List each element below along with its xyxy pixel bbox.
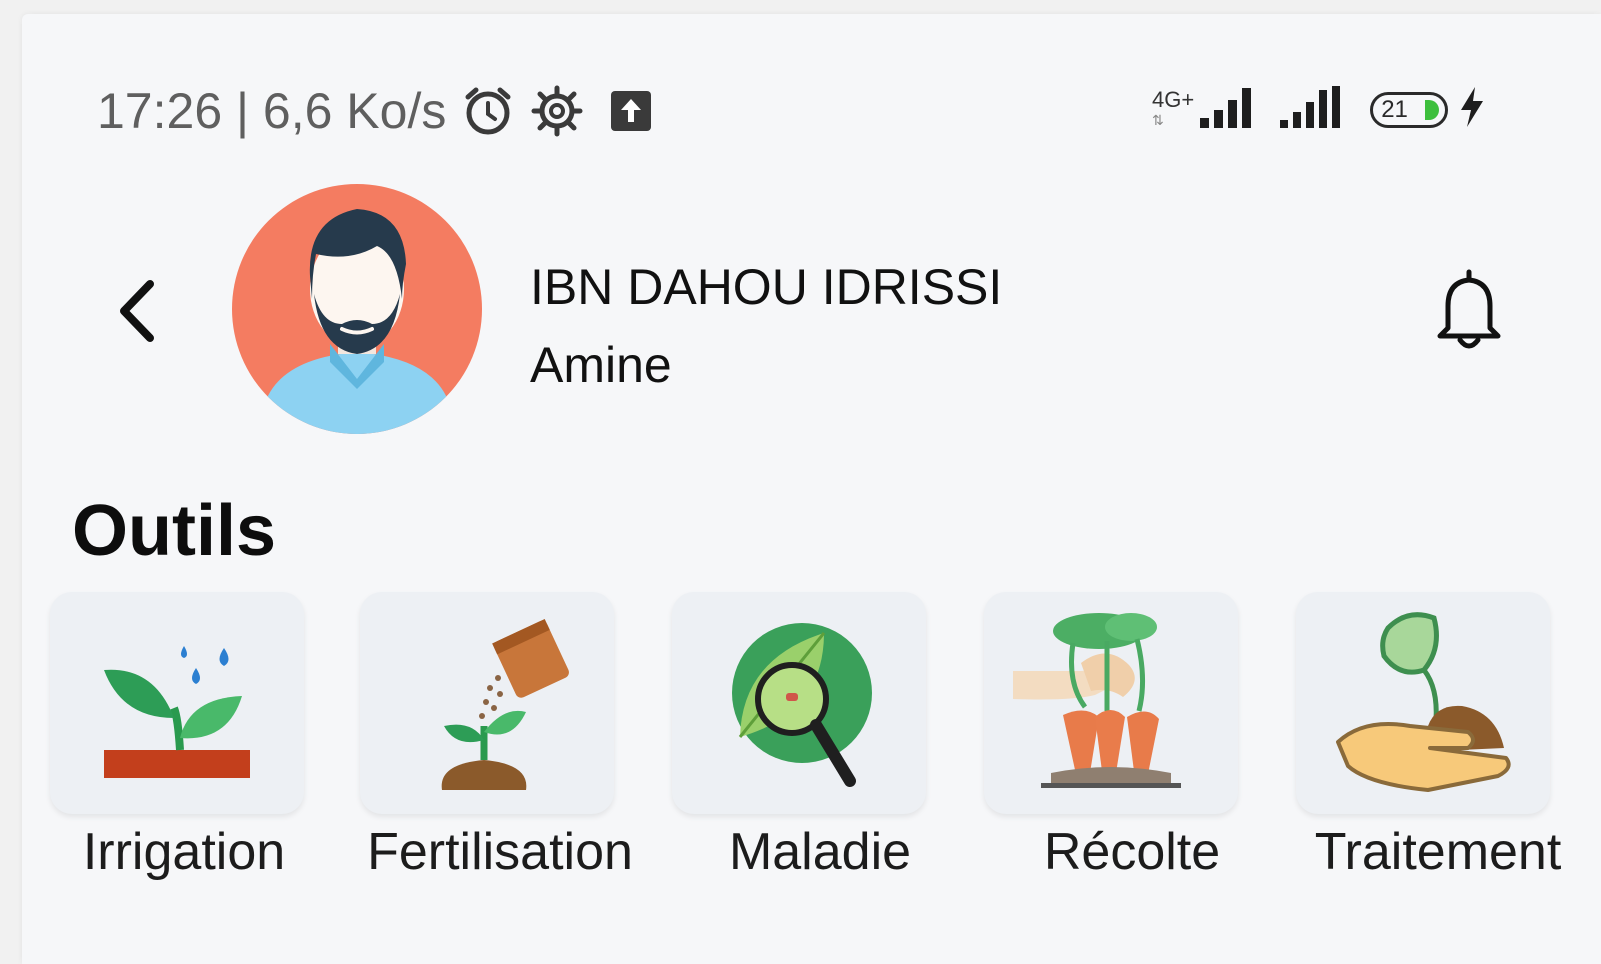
avatar[interactable]: [232, 184, 482, 434]
fertilisation-bag-icon: [441, 618, 569, 790]
tool-card[interactable]: [1296, 592, 1550, 814]
tool-card[interactable]: [360, 592, 614, 814]
status-right: 4G+ ⇅ 21: [1152, 84, 1488, 135]
tool-maladie[interactable]: Maladie: [664, 592, 984, 912]
irrigation-plant-icon: [104, 646, 250, 778]
status-bar: 17:26 | 6,6 Ko/s 4G+ ⇅ 21: [22, 74, 1601, 164]
user-first-name: Amine: [530, 337, 672, 393]
avatar-illustration: [262, 209, 452, 434]
leaf-magnifier-icon: [732, 623, 872, 787]
tool-label: Fertilisation: [367, 823, 633, 881]
tool-irrigation[interactable]: Irrigation: [26, 592, 346, 912]
tool-label: Traitement: [1314, 823, 1562, 881]
bell-icon[interactable]: [1434, 266, 1504, 361]
signal-icon-2: [1278, 84, 1348, 135]
hand-sprout-icon: [1336, 612, 1511, 792]
battery-level: 21: [1381, 95, 1408, 123]
back-arrow-icon[interactable]: [110, 276, 164, 351]
status-left: 17:26 | 6,6 Ko/s: [97, 82, 654, 140]
app-screen: 17:26 | 6,6 Ko/s 4G+ ⇅ 21 IBN DAHOU IDRI…: [22, 14, 1601, 964]
tool-fertilisation[interactable]: Fertilisation: [346, 592, 666, 912]
carrot-harvest-icon: [1013, 613, 1181, 788]
user-name: IBN DAHOU IDRISSI Amine: [530, 248, 1002, 404]
user-last-name: IBN DAHOU IDRISSI: [530, 259, 1003, 315]
tool-card[interactable]: [50, 592, 304, 814]
battery-icon: 21: [1370, 91, 1449, 128]
network-type-label: 4G+: [1152, 86, 1195, 112]
settings-gear-icon: [530, 84, 584, 138]
tool-label: Récolte: [1043, 823, 1221, 881]
tool-traitement[interactable]: Traitement: [1286, 592, 1601, 912]
alarm-icon: [460, 83, 516, 139]
tool-card[interactable]: [672, 592, 926, 814]
charging-icon: [1456, 85, 1488, 134]
signal-icon: [1198, 84, 1268, 135]
upload-icon: [608, 88, 654, 134]
page-top-edge: [0, 0, 1601, 14]
network-type: 4G+ ⇅: [1152, 86, 1195, 130]
tool-recolte[interactable]: Récolte: [976, 592, 1296, 912]
tool-label: Maladie: [728, 823, 912, 881]
battery-fill: [1425, 99, 1440, 120]
tools-row: Irrigation Fertilisation Maladie Récolte…: [22, 592, 1601, 912]
data-arrows: ⇅: [1152, 111, 1164, 128]
status-time-speed: 17:26 | 6,6 Ko/s: [97, 83, 447, 139]
tool-label: Irrigation: [82, 823, 286, 881]
tool-card[interactable]: [984, 592, 1238, 814]
section-title-tools: Outils: [72, 491, 277, 571]
